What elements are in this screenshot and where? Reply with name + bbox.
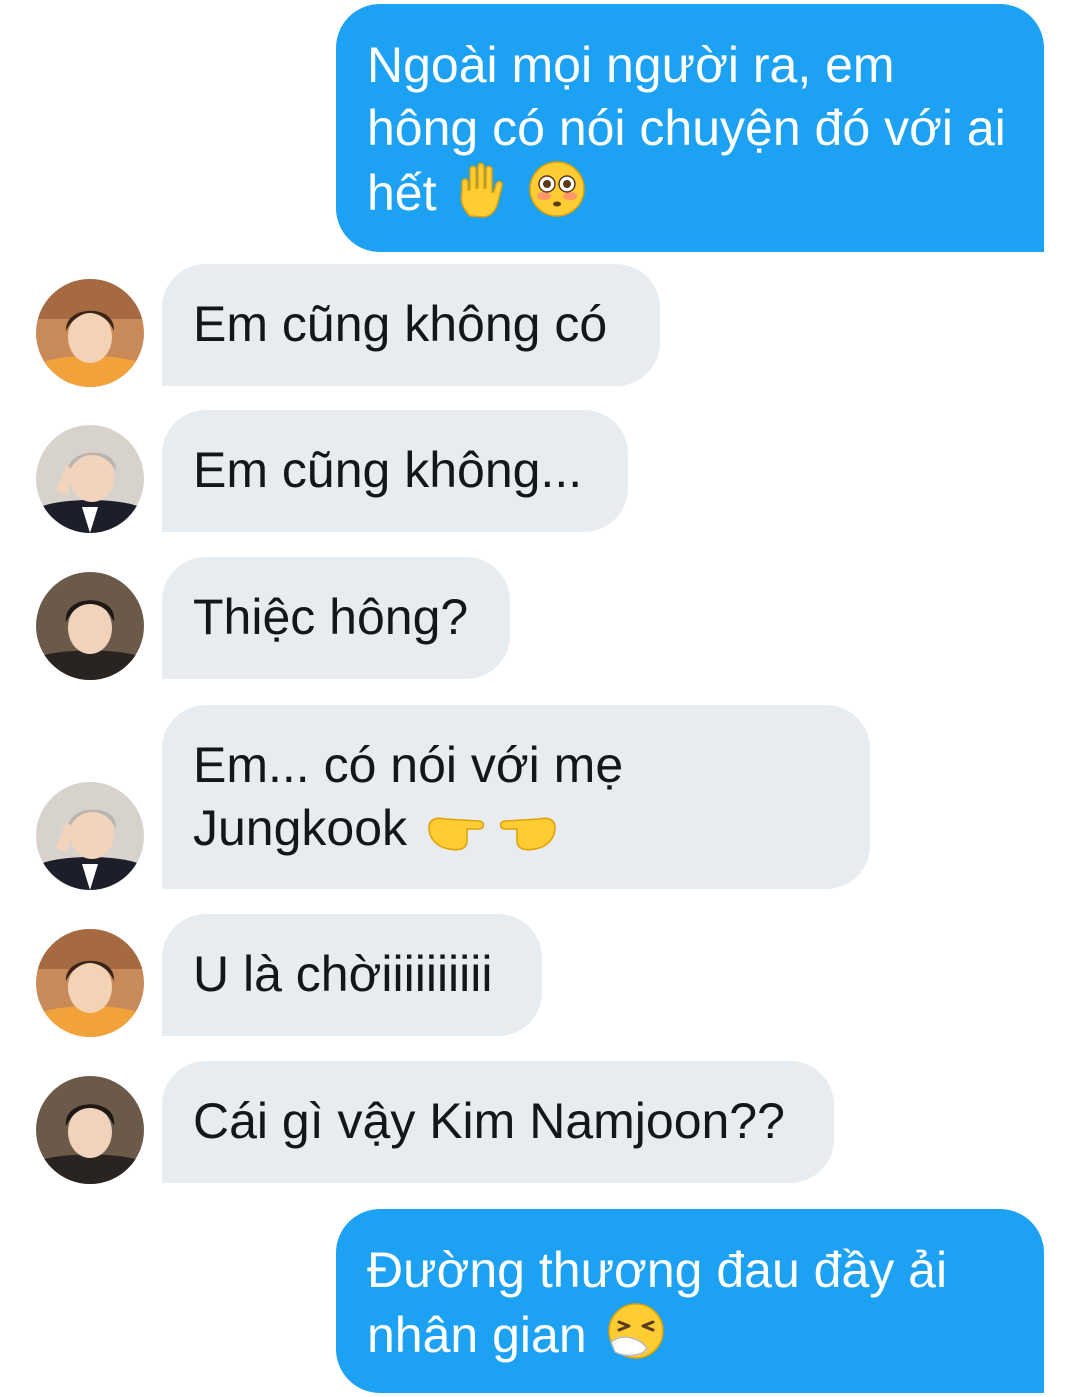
sneezing-face-icon	[607, 1302, 665, 1375]
flushed-face-icon	[528, 160, 586, 233]
avatar-dark-hair-icon	[36, 572, 144, 680]
avatar[interactable]	[36, 929, 144, 1037]
message-bubble-outgoing: Ngoài mọi người ra, em hông có nói chuyệ…	[336, 4, 1044, 252]
message-bubble-incoming: Em cũng không...	[162, 410, 628, 532]
raised-hand-icon	[456, 162, 508, 233]
message-text: Em cũng không...	[193, 442, 583, 498]
message-bubble-incoming: U là chờiiiiiiiiii	[162, 914, 542, 1036]
avatar-silver-hair-suit-icon	[36, 425, 144, 533]
message-text: Cái gì vậy Kim Namjoon??	[193, 1093, 785, 1149]
message-bubble-incoming: Cái gì vậy Kim Namjoon??	[162, 1061, 834, 1183]
avatar-orange-shirt-icon	[36, 279, 144, 387]
message-text: U là chờiiiiiiiiii	[193, 946, 493, 1002]
avatar-silver-hair-suit-icon	[36, 782, 144, 890]
message-bubble-outgoing: Đường thương đau đầy ải nhân gian	[336, 1209, 1044, 1393]
avatar[interactable]	[36, 572, 144, 680]
avatar[interactable]	[36, 1076, 144, 1184]
message-text: Em cũng không có	[193, 296, 608, 352]
avatar-dark-hair-icon	[36, 1076, 144, 1184]
message-text: Em... có nói với mẹ Jungkook	[193, 737, 624, 856]
avatar[interactable]	[36, 782, 144, 890]
message-text: Thiệc hông?	[193, 589, 469, 645]
avatar[interactable]	[36, 279, 144, 387]
message-bubble-incoming: Em cũng không có	[162, 264, 660, 386]
avatar-orange-shirt-icon	[36, 929, 144, 1037]
pointing-fingers-together-icon	[427, 805, 557, 868]
message-bubble-incoming: Thiệc hông?	[162, 557, 510, 679]
message-bubble-incoming: Em... có nói với mẹ Jungkook	[162, 705, 870, 889]
avatar[interactable]	[36, 425, 144, 533]
